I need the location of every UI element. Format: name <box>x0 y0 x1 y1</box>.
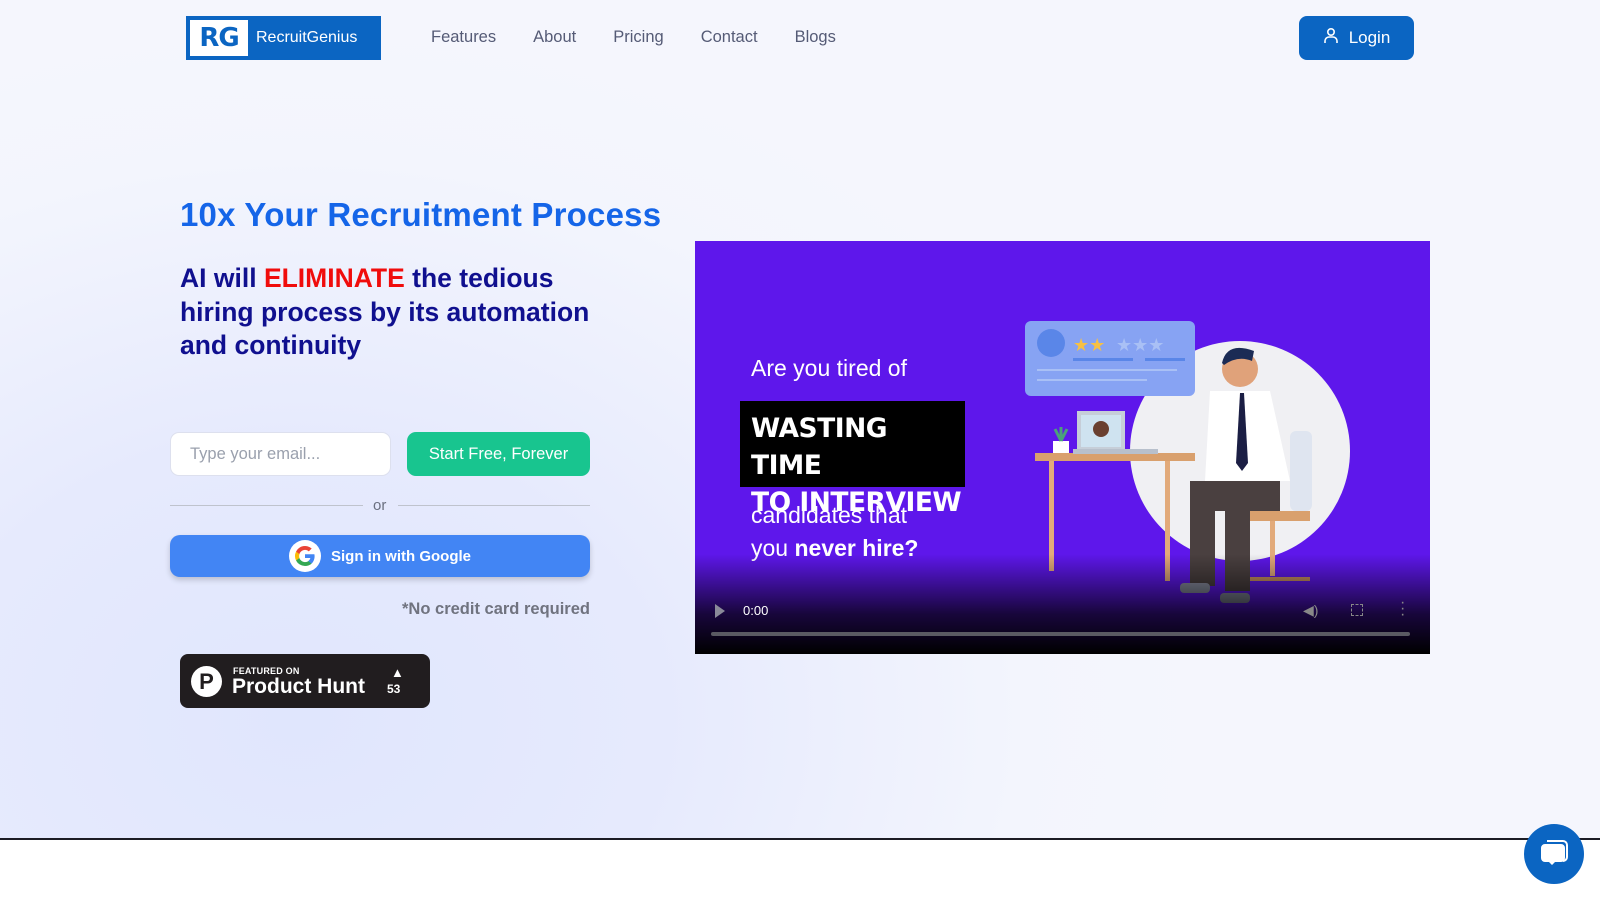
no-credit-card-note: *No credit card required <box>402 600 590 618</box>
or-separator: or <box>373 497 387 514</box>
nav-blogs[interactable]: Blogs <box>795 28 836 47</box>
desk-top <box>1035 453 1195 461</box>
google-signin-button[interactable]: Sign in with Google <box>170 535 590 577</box>
logo-text: RecruitGenius <box>256 29 358 46</box>
subtitle-highlight: ELIMINATE <box>263 263 405 293</box>
ph-name: Product Hunt <box>232 675 365 698</box>
login-label: Login <box>1348 28 1391 47</box>
product-hunt-badge[interactable]: P FEATURED ON Product Hunt ▲ 53 <box>180 654 430 708</box>
main-nav: Features About Pricing Contact Blogs <box>431 28 873 47</box>
user-icon <box>1323 27 1339 49</box>
product-hunt-logo-icon: P <box>191 666 222 697</box>
google-icon <box>289 540 321 572</box>
fullscreen-icon[interactable] <box>1351 604 1363 616</box>
nav-pricing[interactable]: Pricing <box>613 28 663 47</box>
play-icon[interactable] <box>715 604 725 618</box>
logo-mark: RG <box>190 20 248 56</box>
chat-bubble-icon <box>1539 838 1569 871</box>
rating-avatar-icon <box>1037 329 1065 357</box>
nav-about[interactable]: About <box>533 28 576 47</box>
divider-right <box>398 505 590 506</box>
upvote-count: 53 <box>387 682 401 696</box>
subtitle-pre: AI will <box>180 263 264 293</box>
hero-subtitle: AI will ELIMINATE the tedious hiring pro… <box>180 262 620 363</box>
nav-features[interactable]: Features <box>431 28 496 47</box>
video-time: 0:00 <box>743 603 769 618</box>
chair-back <box>1290 431 1312 511</box>
upvote-arrow-icon: ▲ <box>391 665 404 680</box>
email-input[interactable] <box>170 432 391 476</box>
promo-video[interactable]: Are you tired of WASTING TIME TO INTERVI… <box>695 241 1430 654</box>
hero-title: 10x Your Recruitment Process <box>180 196 662 233</box>
more-options-icon[interactable]: · · · <box>1400 595 1405 623</box>
login-button[interactable]: Login <box>1299 16 1414 60</box>
divider-left <box>170 505 363 506</box>
video-controls: 0:00 ◀) · · · <box>695 594 1430 654</box>
video-text-line1: Are you tired of <box>751 355 907 381</box>
nav-contact[interactable]: Contact <box>701 28 758 47</box>
volume-icon[interactable]: ◀) <box>1303 602 1318 619</box>
video-line3: candidates that <box>751 502 908 528</box>
video-box-line1: WASTING TIME <box>751 413 888 481</box>
start-free-button[interactable]: Start Free, Forever <box>407 432 590 476</box>
chat-widget-button[interactable] <box>1524 824 1584 884</box>
video-highlight-box: WASTING TIME TO INTERVIEW <box>740 401 965 518</box>
plant-pot <box>1053 441 1069 453</box>
video-progress-bar[interactable] <box>711 632 1410 636</box>
brand-logo[interactable]: RG RecruitGenius <box>186 16 381 60</box>
rating-stars-icon: ★★ <box>1073 335 1105 355</box>
google-signin-label: Sign in with Google <box>331 547 471 565</box>
rating-empty-stars-icon: ★★★ <box>1116 335 1164 355</box>
